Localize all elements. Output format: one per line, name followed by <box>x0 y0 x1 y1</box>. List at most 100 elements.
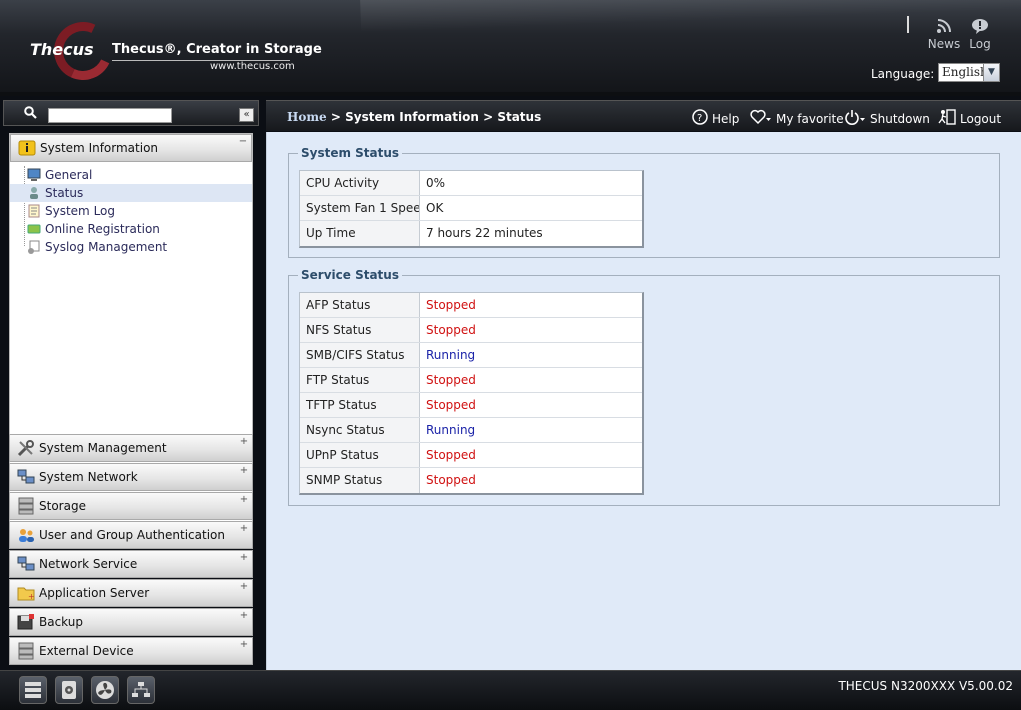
accordion-user-group-auth[interactable]: User and Group Authentication + <box>9 521 253 549</box>
table-row: CPU Activity 0% <box>300 171 642 196</box>
accordion-system-management[interactable]: System Management + <box>9 434 253 462</box>
plus-icon[interactable]: + <box>239 582 249 592</box>
plus-icon[interactable]: + <box>239 640 249 650</box>
row-key: SNMP Status <box>300 468 420 493</box>
news-label: News <box>927 37 961 51</box>
log-icon <box>27 204 41 218</box>
plus-icon[interactable]: + <box>239 495 249 505</box>
info-icon <box>17 139 37 157</box>
log-label: Log <box>969 37 991 51</box>
shutdown-button[interactable]: Shutdown <box>844 109 930 129</box>
accordion-title: Application Server <box>39 586 150 600</box>
log-button[interactable]: Log <box>960 18 1000 51</box>
news-button[interactable]: News <box>924 18 964 51</box>
network-status-button[interactable] <box>127 676 155 704</box>
network-icon <box>16 468 36 486</box>
plus-icon[interactable]: + <box>239 466 249 476</box>
disk-status-button[interactable] <box>55 676 83 704</box>
accordion-system-information[interactable]: System Information − <box>10 134 252 162</box>
tree-item-online-registration[interactable]: Online Registration <box>10 220 252 238</box>
network-service-icon <box>16 555 36 573</box>
table-row: SMB/CIFS Status Running <box>300 343 642 368</box>
plus-icon[interactable]: + <box>239 437 249 447</box>
row-key: Up Time <box>300 221 420 246</box>
table-row: AFP Status Stopped <box>300 293 642 318</box>
search-icon <box>24 106 37 123</box>
accordion-system-network[interactable]: System Network + <box>9 463 253 491</box>
svg-text:?: ? <box>697 113 702 124</box>
table-row: UPnP Status Stopped <box>300 443 642 468</box>
service-status-title: Service Status <box>298 268 402 282</box>
firmware-version: THECUS N3200XXX V5.00.02 <box>838 679 1013 693</box>
accordion-application-server[interactable]: + Application Server + <box>9 579 253 607</box>
table-row: Nsync Status Running <box>300 418 642 443</box>
plus-icon[interactable]: + <box>239 611 249 621</box>
svg-text:+: + <box>28 592 35 601</box>
speech-bubble-icon <box>960 18 1000 36</box>
system-status-table: CPU Activity 0% System Fan 1 Speed OK Up… <box>299 170 644 248</box>
users-icon <box>16 526 36 544</box>
row-value: Running <box>426 423 476 437</box>
service-status-table: AFP Status Stopped NFS Status Stopped SM… <box>299 292 644 495</box>
accordion-backup[interactable]: Backup + <box>9 608 253 636</box>
registration-icon <box>27 222 41 236</box>
tree-item-label: General <box>45 168 93 182</box>
table-row: NFS Status Stopped <box>300 318 642 343</box>
tree-item-system-log[interactable]: System Log <box>10 202 252 220</box>
breadcrumb-home-link[interactable]: Home <box>287 110 327 124</box>
sidebar-search-bar: « <box>3 100 259 126</box>
accordion-title: External Device <box>39 644 134 658</box>
plus-icon[interactable]: + <box>239 524 249 534</box>
search-input[interactable] <box>48 108 172 123</box>
language-select[interactable]: English ▼ <box>938 63 1000 82</box>
accordion-title: System Network <box>39 470 138 484</box>
tools-icon <box>16 439 36 457</box>
accordion-title: System Information <box>40 141 159 155</box>
accordion-network-service[interactable]: Network Service + <box>9 550 253 578</box>
table-row: Up Time 7 hours 22 minutes <box>300 221 642 246</box>
row-value: 0% <box>426 176 446 190</box>
tree-item-general[interactable]: General <box>10 166 252 184</box>
logout-label: Logout <box>960 112 1002 126</box>
tree-item-status[interactable]: Status <box>10 184 252 202</box>
collapse-sidebar-button[interactable]: « <box>239 108 254 122</box>
accordion-title: User and Group Authentication <box>39 528 225 542</box>
row-key: AFP Status <box>300 293 420 317</box>
minus-icon[interactable]: − <box>238 137 248 147</box>
accordion-storage[interactable]: Storage + <box>9 492 253 520</box>
fan-status-button[interactable] <box>91 676 119 704</box>
plus-icon[interactable]: + <box>239 553 249 563</box>
logo-text: Thecus <box>30 40 94 59</box>
row-key: SMB/CIFS Status <box>300 343 420 367</box>
accordion-external-device[interactable]: External Device + <box>9 637 253 665</box>
breadcrumb: Home > System Information > Status <box>287 110 541 124</box>
monitor-icon <box>27 168 41 182</box>
tree-list: General Status System Log Online Registr… <box>10 162 252 256</box>
logo-tagline: Thecus®, Creator in Storage <box>112 42 322 57</box>
fan-icon <box>95 681 115 704</box>
service-status-group: Service Status AFP Status Stopped NFS St… <box>288 268 1000 506</box>
breadcrumb-page: Status <box>497 110 542 124</box>
header-separator <box>907 16 909 33</box>
tree-item-syslog-management[interactable]: Syslog Management <box>10 238 252 256</box>
row-key: Nsync Status <box>300 418 420 442</box>
row-key: TFTP Status <box>300 393 420 417</box>
accordion-title: Backup <box>39 615 83 629</box>
shutdown-label: Shutdown <box>870 112 930 126</box>
disk-icon <box>60 681 78 704</box>
logout-button[interactable]: Logout <box>938 109 1001 129</box>
server-status-button[interactable] <box>19 676 47 704</box>
sidebar: « System Information − General Status Sy… <box>0 96 262 670</box>
help-button[interactable]: ? Help <box>692 109 739 129</box>
footer-bar: THECUS N3200XXX V5.00.02 <box>0 670 1021 710</box>
chevron-down-icon[interactable]: ▼ <box>983 63 1000 82</box>
my-favorite-button[interactable]: My favorite <box>750 109 844 129</box>
accordion-title: System Management <box>39 441 167 455</box>
network-tree-icon <box>131 682 151 703</box>
tree-item-label: Online Registration <box>45 222 160 236</box>
content-area: System Status CPU Activity 0% System Fan… <box>266 132 1021 670</box>
system-status-group: System Status CPU Activity 0% System Fan… <box>288 146 1000 258</box>
accordion-menu-list: System Management + System Network + Sto… <box>9 434 253 666</box>
server-icon <box>23 682 43 703</box>
row-key: FTP Status <box>300 368 420 392</box>
